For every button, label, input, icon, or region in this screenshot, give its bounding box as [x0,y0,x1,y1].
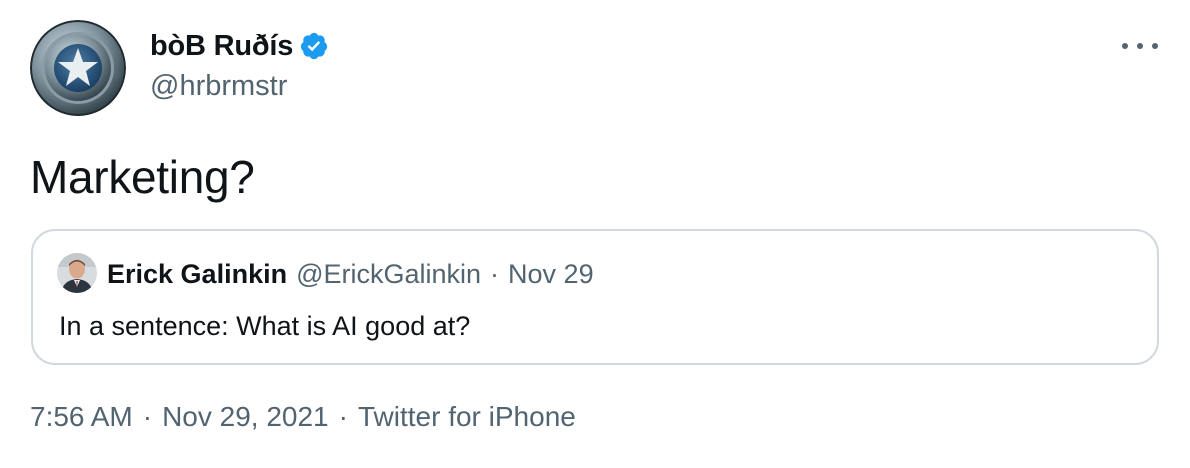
more-dot [1122,43,1128,49]
tweet-time[interactable]: 7:56 AM [30,401,133,433]
tweet-card: bòB Ruðís @hrbrmstr Marketing? Erick Gal… [0,0,1190,468]
quoted-tweet-header: Erick Galinkin @ErickGalinkin · Nov 29 [107,257,594,291]
captain-america-shield-icon [30,20,126,116]
quoted-author-handle: @ErickGalinkin [296,259,482,289]
more-dot [1152,43,1158,49]
author-display-name[interactable]: bòB Ruðís [150,30,293,63]
quoted-tweet-text: In a sentence: What is AI good at? [59,311,471,341]
separator-dot: · [338,401,348,432]
quoted-author-avatar [57,253,97,293]
separator-dot: · [142,401,153,432]
tweet-date[interactable]: Nov 29, 2021 [162,401,329,433]
more-dot [1137,43,1143,49]
verified-badge-icon [299,31,329,61]
tweet-text: Marketing? [30,151,255,203]
quoted-tweet[interactable]: Erick Galinkin @ErickGalinkin · Nov 29 I… [31,229,1159,365]
author-name-row: bòB Ruðís [150,28,329,64]
more-options-icon[interactable] [1122,36,1158,56]
author-handle[interactable]: @hrbrmstr [150,70,287,103]
quoted-tweet-date: Nov 29 [508,259,594,289]
tweet-source[interactable]: Twitter for iPhone [358,401,576,433]
quoted-author-name: Erick Galinkin [107,259,288,289]
author-avatar[interactable] [30,20,126,116]
tweet-metadata: 7:56 AM · Nov 29, 2021 · Twitter for iPh… [30,401,576,433]
separator-dot: · [490,259,500,289]
